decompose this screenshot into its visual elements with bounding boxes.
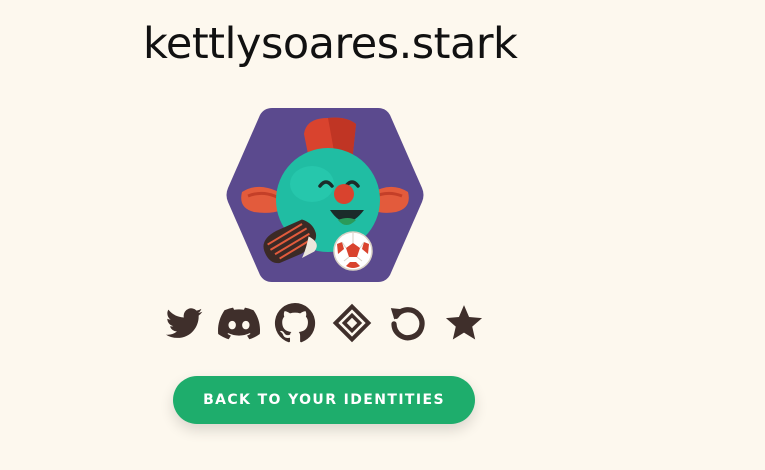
username-title: kettlysoares.stark: [143, 19, 518, 69]
argent-icon[interactable]: [331, 302, 373, 344]
social-links-row: [163, 302, 487, 346]
github-icon[interactable]: [274, 302, 316, 344]
twitter-icon[interactable]: [163, 302, 205, 344]
star-icon[interactable]: [443, 302, 485, 344]
refresh-icon[interactable]: [387, 302, 429, 344]
avatar: [224, 106, 426, 284]
back-to-identities-button[interactable]: BACK TO YOUR IDENTITIES: [173, 376, 475, 424]
discord-icon[interactable]: [218, 302, 260, 344]
